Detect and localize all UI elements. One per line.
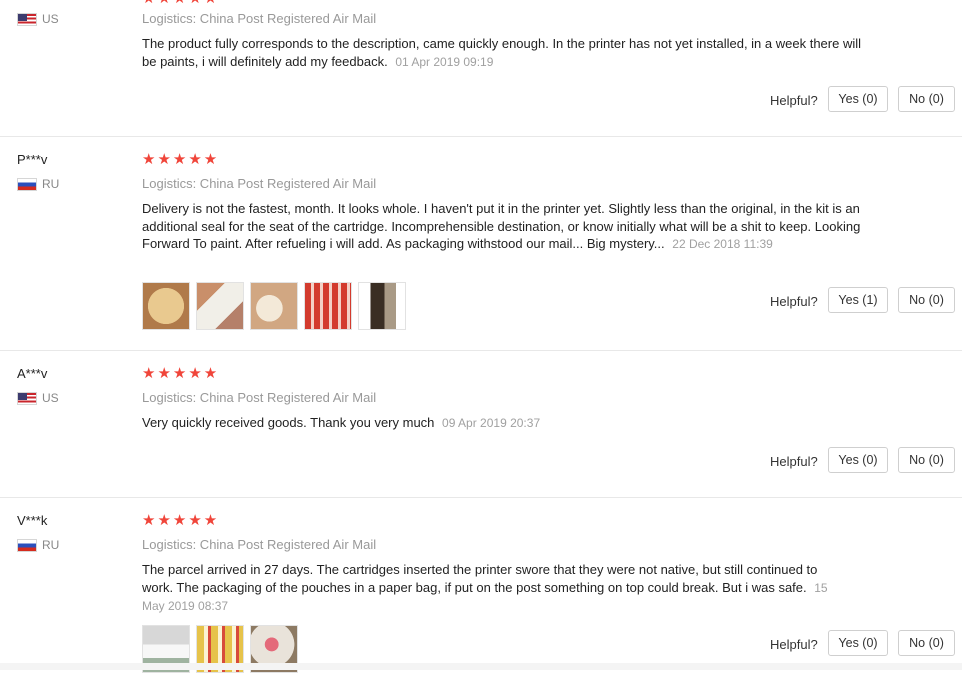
helpful-no-button[interactable]: No (0) [898, 86, 955, 112]
review-photo-thumbnail[interactable] [358, 282, 406, 330]
helpful-label: Helpful? [770, 637, 818, 652]
review-photo-thumbnail[interactable] [196, 282, 244, 330]
helpful-no-button[interactable]: No (0) [898, 447, 955, 473]
country-code: RU [42, 177, 60, 191]
review-text: The parcel arrived in 27 days. The cartr… [142, 561, 847, 616]
review-divider [0, 350, 962, 351]
reviewer-name: A***v [17, 366, 48, 381]
reviewer-name: P***v [17, 152, 48, 167]
country-code: US [42, 391, 59, 405]
review-text: The product fully corresponds to the des… [142, 35, 862, 71]
reviewer-country: US [17, 12, 59, 26]
page-bottom-edge [0, 663, 962, 670]
review-date: 22 Dec 2018 11:39 [672, 237, 773, 251]
review-body: The parcel arrived in 27 days. The cartr… [142, 562, 818, 595]
review-divider [0, 497, 962, 498]
helpful-yes-button[interactable]: Yes (0) [828, 86, 888, 112]
rating-stars: ★★★★★ [142, 0, 219, 7]
helpful-yes-button[interactable]: Yes (0) [828, 447, 888, 473]
us-flag-icon [17, 12, 37, 26]
country-code: RU [42, 538, 60, 552]
review-photo-thumbnail[interactable] [304, 282, 352, 330]
helpful-yes-button[interactable]: Yes (1) [828, 287, 888, 313]
reviewer-country: RU [17, 538, 59, 552]
country-code: US [42, 12, 59, 26]
review-photos [142, 282, 406, 330]
reviewer-name: V***k [17, 513, 48, 528]
review-divider [0, 136, 962, 137]
review-photo-thumbnail[interactable] [142, 282, 190, 330]
review-date: 01 Apr 2019 09:19 [395, 54, 494, 69]
logistics-info: Logistics: China Post Registered Air Mai… [142, 537, 377, 552]
logistics-info: Logistics: China Post Registered Air Mai… [142, 390, 377, 405]
rating-stars: ★★★★★ [142, 150, 220, 168]
review-date: 09 Apr 2019 20:37 [442, 416, 541, 430]
rating-stars: ★★★★★ [142, 364, 220, 382]
logistics-info: Logistics: China Post Registered Air Mai… [142, 11, 377, 26]
logistics-info: Logistics: China Post Registered Air Mai… [142, 176, 377, 191]
helpful-label: Helpful? [770, 93, 818, 108]
review-body: Very quickly received goods. Thank you v… [142, 415, 435, 430]
rating-stars: ★★★★★ [142, 511, 220, 529]
review-text: Very quickly received goods. Thank you v… [142, 414, 862, 433]
ru-flag-icon [17, 177, 37, 191]
helpful-yes-button[interactable]: Yes (0) [828, 630, 888, 656]
review-body: The product fully corresponds to the des… [142, 36, 861, 69]
us-flag-icon [17, 391, 37, 405]
helpful-label: Helpful? [770, 454, 818, 469]
helpful-no-button[interactable]: No (0) [898, 287, 955, 313]
review-text: Delivery is not the fastest, month. It l… [142, 200, 862, 254]
reviewer-country: RU [17, 177, 59, 191]
helpful-label: Helpful? [770, 294, 818, 309]
helpful-no-button[interactable]: No (0) [898, 630, 955, 656]
reviewer-country: US [17, 391, 59, 405]
ru-flag-icon [17, 538, 37, 552]
review-photo-thumbnail[interactable] [250, 282, 298, 330]
